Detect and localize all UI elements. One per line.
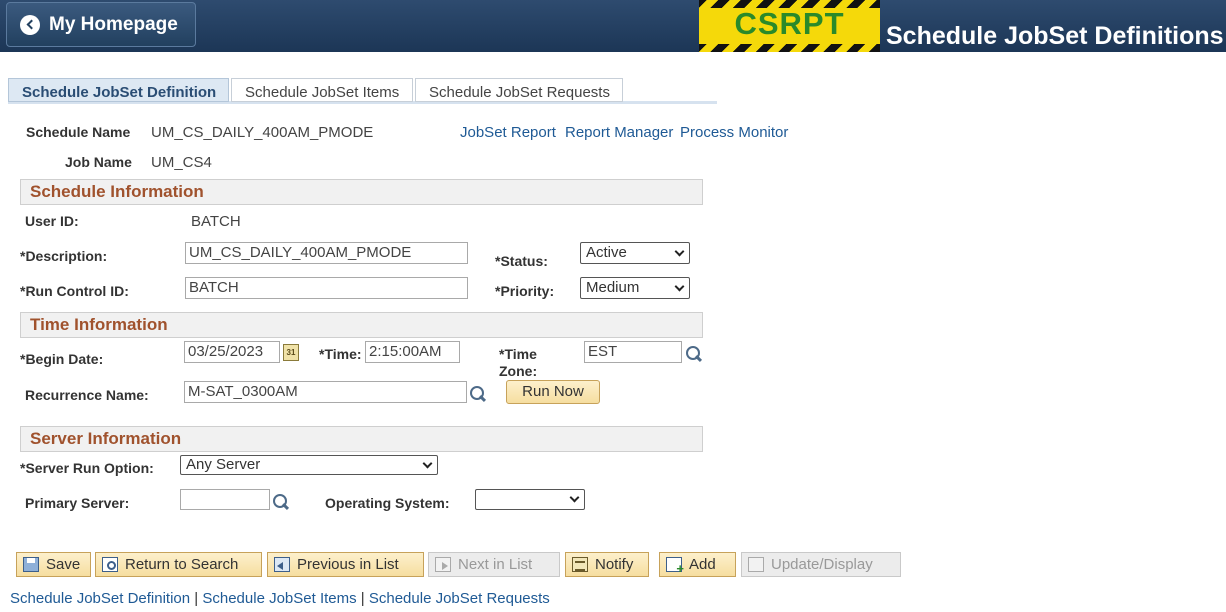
time-label: *Time: [319, 346, 362, 362]
begin-date-field[interactable]: 03/25/2023 [184, 341, 280, 363]
calendar-icon[interactable]: 31 [283, 344, 299, 361]
save-button[interactable]: Save [16, 552, 91, 577]
schedule-information-title: Schedule Information [30, 182, 204, 201]
server-run-option-label: *Server Run Option: [20, 460, 154, 476]
job-name-label: Job Name [65, 154, 132, 170]
update-display-label: Update/Display [771, 556, 873, 573]
priority-label: *Priority: [495, 283, 555, 299]
operating-system-label: Operating System: [325, 495, 450, 511]
bottom-link-schedule-jobset-requests[interactable]: Schedule JobSet Requests [369, 590, 550, 607]
primary-server-label: Primary Server: [25, 495, 130, 511]
notify-button-label: Notify [595, 556, 634, 573]
return-to-search-label: Return to Search [125, 556, 239, 573]
server-run-option-value: Any Server [186, 456, 261, 473]
recurrence-name-label: Recurrence Name: [25, 387, 149, 403]
user-id-value: BATCH [191, 213, 241, 230]
status-select[interactable]: Active [580, 242, 690, 264]
run-control-id-label: *Run Control ID: [20, 283, 129, 299]
environment-badge: CSRPT [699, 0, 880, 52]
update-display-icon [748, 557, 764, 572]
chevron-down-icon [674, 246, 685, 257]
server-run-option-select[interactable]: Any Server [180, 455, 438, 475]
update-display-button[interactable]: Update/Display [741, 552, 901, 577]
next-in-list-button[interactable]: Next in List [428, 552, 560, 577]
time-zone-label-line1: *Time [499, 346, 537, 362]
previous-in-list-icon [274, 557, 290, 572]
begin-date-label: *Begin Date: [20, 351, 104, 367]
time-field[interactable]: 2:15:00AM [365, 341, 460, 363]
schedule-name-label: Schedule Name [26, 124, 131, 140]
time-zone-label-line2: Zone: [499, 363, 538, 379]
environment-label: CSRPT [734, 6, 845, 41]
next-in-list-icon [435, 557, 451, 572]
previous-in-list-label: Previous in List [297, 556, 399, 573]
chevron-down-icon [674, 281, 685, 292]
bottom-link-schedule-jobset-items[interactable]: Schedule JobSet Items [202, 590, 356, 607]
caution-stripes-bottom [699, 44, 880, 52]
time-information-header: Time Information [20, 312, 703, 338]
link-separator: | [356, 590, 369, 607]
time-zone-field[interactable]: EST [584, 341, 682, 363]
schedule-name-value: UM_CS_DAILY_400AM_PMODE [151, 124, 374, 141]
chevron-down-icon [569, 492, 580, 503]
save-icon [23, 557, 39, 572]
time-zone-lookup-icon[interactable] [685, 345, 703, 363]
jobset-report-link[interactable]: JobSet Report [460, 124, 556, 141]
notify-button[interactable]: Notify [565, 552, 649, 577]
recurrence-name-field[interactable]: M-SAT_0300AM [184, 381, 467, 403]
save-button-label: Save [46, 556, 81, 573]
recurrence-lookup-icon[interactable] [469, 385, 487, 403]
process-monitor-link[interactable]: Process Monitor [680, 124, 788, 141]
status-label: *Status: [495, 253, 548, 269]
schedule-information-header: Schedule Information [20, 179, 703, 205]
bottom-link-schedule-jobset-definition[interactable]: Schedule JobSet Definition [10, 590, 190, 607]
return-to-search-button[interactable]: Return to Search [95, 552, 262, 577]
tab-schedule-jobset-items[interactable]: Schedule JobSet Items [231, 78, 413, 102]
job-name-value: UM_CS4 [151, 154, 212, 171]
server-information-title: Server Information [30, 429, 182, 448]
run-now-button[interactable]: Run Now [506, 380, 600, 404]
primary-server-lookup-icon[interactable] [272, 493, 290, 511]
description-field[interactable]: UM_CS_DAILY_400AM_PMODE [185, 242, 468, 264]
operating-system-select[interactable] [475, 489, 585, 510]
description-label: *Description: [20, 248, 108, 264]
return-to-search-icon [102, 557, 118, 572]
time-information-title: Time Information [30, 315, 168, 334]
back-chevron-icon [20, 14, 40, 35]
report-manager-link[interactable]: Report Manager [565, 124, 673, 141]
server-information-header: Server Information [20, 426, 703, 452]
tab-schedule-jobset-definition[interactable]: Schedule JobSet Definition [8, 78, 229, 102]
priority-value: Medium [586, 279, 640, 296]
next-in-list-label: Next in List [458, 556, 533, 573]
priority-select[interactable]: Medium [580, 277, 690, 299]
page-title: Schedule JobSet Definitions [886, 22, 1224, 50]
add-icon [666, 557, 684, 576]
header-bar: My Homepage CSRPT Schedule JobSet Defini… [0, 0, 1226, 52]
add-button[interactable]: Add [659, 552, 736, 577]
my-homepage-label: My Homepage [49, 13, 178, 35]
chevron-down-icon [422, 458, 433, 469]
user-id-label: User ID: [25, 213, 79, 229]
notify-icon [572, 557, 588, 572]
bottom-page-links: Schedule JobSet Definition | Schedule Jo… [10, 590, 550, 607]
run-control-id-field[interactable]: BATCH [185, 277, 468, 299]
my-homepage-button[interactable]: My Homepage [6, 2, 196, 47]
status-value: Active [586, 244, 627, 261]
link-separator: | [190, 590, 203, 607]
add-button-label: Add [689, 556, 716, 573]
previous-in-list-button[interactable]: Previous in List [267, 552, 424, 577]
primary-server-field[interactable] [180, 489, 270, 510]
tab-schedule-jobset-requests[interactable]: Schedule JobSet Requests [415, 78, 623, 102]
